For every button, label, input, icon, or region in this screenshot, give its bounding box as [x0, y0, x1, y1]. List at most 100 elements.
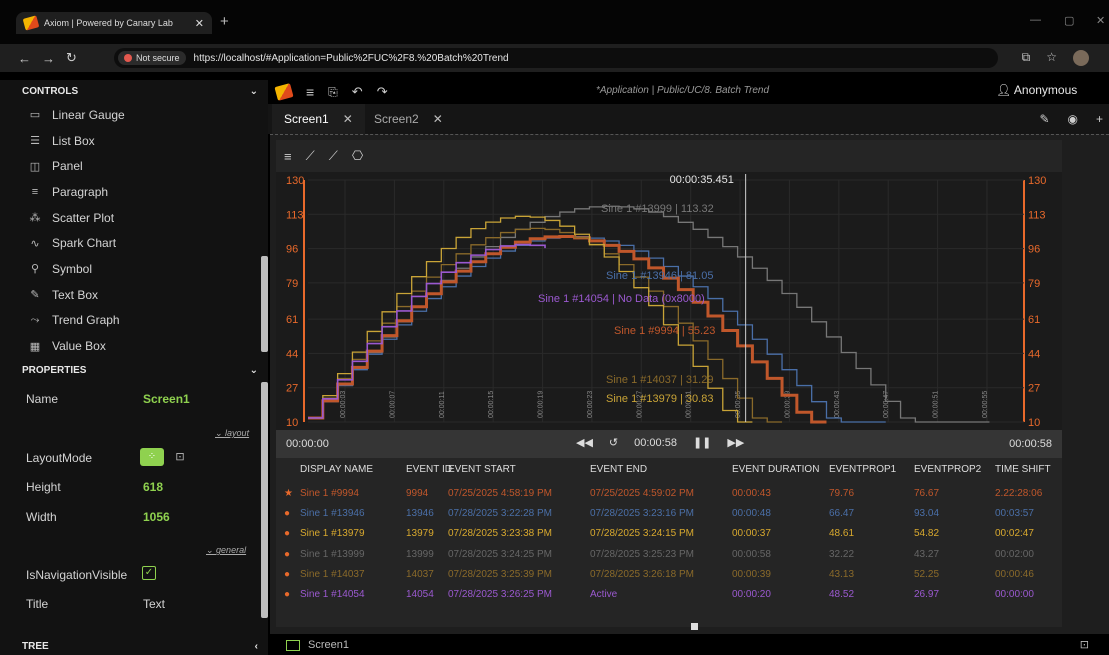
add-trend-icon[interactable]: ⟋	[306, 148, 315, 164]
tab-screen2[interactable]: Screen2 ✕	[362, 104, 455, 134]
chevron-left-icon[interactable]: ‹	[255, 641, 258, 652]
control-item-value-box[interactable]: ▦ Value Box	[0, 333, 268, 359]
edit-pencil-icon[interactable]: ✎	[1039, 112, 1049, 126]
chevron-down-icon[interactable]: ⌄	[250, 86, 258, 97]
pause-icon[interactable]: ❚❚	[693, 436, 711, 449]
table-cell: 00:00:00	[995, 589, 1034, 600]
url-field[interactable]: Not secure https://localhost/#Applicatio…	[114, 48, 998, 68]
reload-icon[interactable]: ↻	[66, 50, 90, 66]
width-label: Width	[26, 510, 57, 524]
layout-fill-button[interactable]: ⁘	[140, 448, 164, 466]
restore-icon[interactable]: ▢	[1064, 14, 1074, 27]
column-header-eventprop1[interactable]: EVENTPROP1	[829, 464, 896, 475]
undo-icon[interactable]: ↶	[352, 84, 363, 100]
tree-header[interactable]: TREE ‹	[0, 637, 268, 655]
control-item-scatter-plot[interactable]: ⁂ Scatter Plot	[0, 205, 268, 231]
general-group-text: general	[216, 545, 247, 555]
layoutmode-label: LayoutMode	[26, 451, 93, 465]
table-row[interactable]: ● Sine 1 #13946 13946 07/28/2025 3:22:28 PM…	[276, 507, 1062, 527]
layout-group-text: layout	[225, 428, 250, 438]
table-row[interactable]: ● Sine 1 #14037 14037 07/28/2025 3:25:39 PM…	[276, 568, 1062, 588]
close-window-icon[interactable]: ✕	[1096, 14, 1105, 27]
close-icon[interactable]: ✕	[433, 112, 443, 126]
fast-forward-icon[interactable]: ▶▶	[727, 436, 744, 449]
controls-header[interactable]: CONTROLS ⌄	[0, 80, 268, 102]
control-item-paragraph[interactable]: ≡ Paragraph	[0, 179, 268, 205]
control-item-linear-gauge[interactable]: ▭ Linear Gauge	[0, 102, 268, 128]
rewind-icon[interactable]: ◀◀	[576, 436, 593, 449]
control-item-spark-chart[interactable]: ∿ Spark Chart	[0, 230, 268, 256]
table-row[interactable]: ● Sine 1 #14054 14054 07/28/2025 3:26:25 PM…	[276, 588, 1062, 608]
minimize-icon[interactable]: —	[1030, 14, 1041, 26]
trend-chart[interactable]: 130 130 113 113 96 96 79 79 61 61 44 44 27 27 10 10 00:0…	[276, 172, 1062, 430]
chevron-down-icon[interactable]: ⌄	[250, 365, 258, 376]
table-row[interactable]: ● Sine 1 #13999 13999 07/28/2025 3:24:25 PM…	[276, 548, 1062, 568]
trend-settings-icon[interactable]: ⟋	[329, 148, 338, 164]
bottom-tab-screen1[interactable]: Screen1	[286, 639, 349, 651]
y-tick-label-right: 79	[1028, 278, 1040, 290]
properties-header[interactable]: PROPERTIES ⌄	[0, 359, 268, 381]
fit-screen-icon[interactable]: ⊡	[1080, 638, 1089, 651]
trend-menu-icon[interactable]: ≡	[284, 149, 292, 164]
url-text: https://localhost/#Application=Public%2F…	[193, 52, 509, 64]
column-header-display-name[interactable]: DISPLAY NAME	[300, 464, 373, 475]
cast-icon[interactable]: ⧉	[1022, 50, 1031, 66]
axiom-logo-icon	[22, 15, 40, 31]
forward-icon[interactable]: →	[42, 51, 66, 66]
controls-scrollbar[interactable]	[261, 256, 268, 352]
table-cell: Sine 1 #14054	[300, 589, 365, 600]
column-header-event-start[interactable]: EVENT START	[448, 464, 516, 475]
bookmark-star-icon[interactable]: ☆	[1046, 50, 1057, 66]
isnavigationvisible-checkbox[interactable]: ✓	[142, 566, 156, 580]
table-cell: Sine 1 #13999	[300, 548, 365, 560]
end-time: 00:00:58	[1009, 438, 1052, 450]
close-tab-icon[interactable]: ✕	[195, 17, 204, 30]
new-tab-icon[interactable]: +	[220, 13, 229, 30]
table-cell: 79.76	[829, 488, 855, 499]
mouse-mode-icon[interactable]: ⎔	[352, 148, 363, 164]
control-item-symbol[interactable]: ⚲ Symbol	[0, 256, 268, 282]
column-header-eventprop2[interactable]: EVENTPROP2	[914, 464, 981, 475]
preview-eye-icon[interactable]: ◉	[1068, 112, 1078, 126]
column-header-event-end[interactable]: EVENT END	[590, 464, 647, 475]
add-screen-icon[interactable]: +	[1096, 112, 1103, 126]
user-menu[interactable]: 👤︎ Anonymous	[996, 83, 1077, 97]
general-group-label[interactable]: ⌄ general	[206, 545, 246, 556]
save-icon[interactable]: ⎘	[328, 85, 338, 100]
menu-icon[interactable]: ≡	[306, 84, 314, 100]
redo-icon[interactable]: ↷	[377, 84, 388, 100]
table-cell: 00:03:57	[995, 508, 1034, 520]
width-value[interactable]: 1056	[143, 510, 170, 524]
column-header-event-duration[interactable]: EVENT DURATION	[732, 464, 819, 475]
not-secure-badge[interactable]: Not secure	[118, 51, 186, 65]
height-value[interactable]: 618	[143, 480, 163, 494]
properties-scrollbar[interactable]	[261, 382, 268, 618]
tab-screen1[interactable]: Screen1 ✕	[272, 104, 365, 134]
profile-avatar[interactable]	[1073, 50, 1089, 66]
y-tick-label-right: 113	[1028, 209, 1046, 221]
control-item-list-box[interactable]: ☰ List Box	[0, 128, 268, 154]
browser-tab[interactable]: Axiom | Powered by Canary Lab ✕	[16, 12, 212, 34]
layout-fixed-button[interactable]: ⊡	[168, 448, 192, 466]
control-item-text-box[interactable]: ✎ Text Box	[0, 282, 268, 308]
reset-icon[interactable]: ↺	[609, 436, 618, 449]
column-header-time-shift[interactable]: TIME SHIFT	[995, 464, 1051, 475]
table-cell: 13946	[406, 508, 434, 520]
y-tick-label-left: 27	[286, 383, 298, 395]
close-icon[interactable]: ✕	[343, 112, 353, 126]
layout-group-label[interactable]: ⌄ layout	[215, 428, 249, 439]
title-value[interactable]: Text	[143, 597, 165, 611]
table-row[interactable]: ● Sine 1 #13979 13979 07/28/2025 3:23:38 PM…	[276, 527, 1062, 547]
control-item-panel[interactable]: ◫ Panel	[0, 153, 268, 179]
column-header-event-id[interactable]: EVENT ID	[406, 464, 452, 475]
user-icon: 👤︎	[996, 83, 1012, 97]
list-box-icon: ☰	[30, 135, 40, 148]
name-value[interactable]: Screen1	[143, 392, 190, 406]
control-item-trend-graph[interactable]: ⤳ Trend Graph	[0, 308, 268, 334]
resize-handle[interactable]	[691, 623, 698, 630]
control-item-label: Linear Gauge	[52, 107, 125, 122]
axiom-logo-icon[interactable]	[274, 83, 294, 101]
trend-plot-area[interactable]: 130 130 113 113 96 96 79 79 61 61 44 44 27 27 10 10 00:0…	[276, 172, 1062, 430]
back-icon[interactable]: ←	[18, 51, 42, 66]
table-row[interactable]: ★ Sine 1 #9994 9994 07/25/2025 4:58:19 PM 07…	[276, 487, 1062, 507]
